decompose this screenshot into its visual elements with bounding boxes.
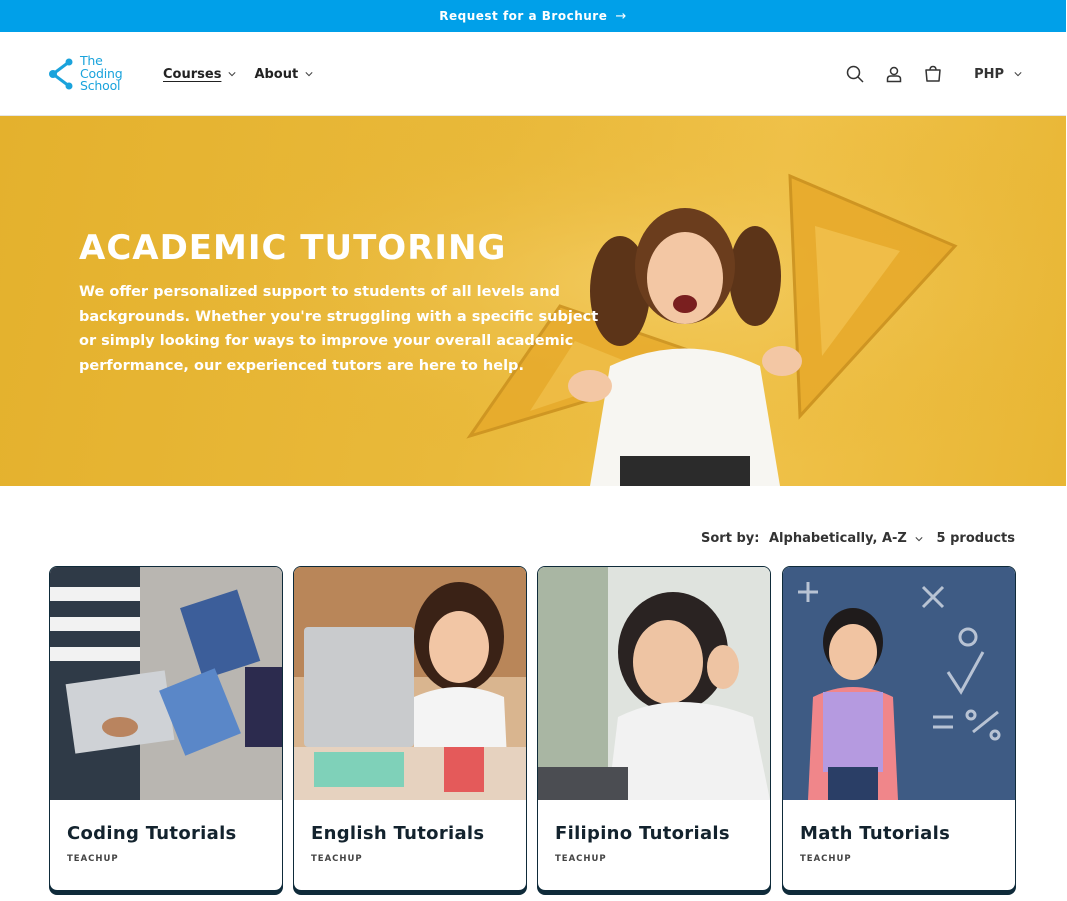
search-button[interactable] [835,54,874,94]
nav-about-label[interactable]: About [254,67,298,82]
chevron-down-icon [228,72,237,77]
cart-icon [924,65,941,82]
search-icon [846,65,864,83]
product-card[interactable]: Filipino Tutorials TEACHUP [537,566,771,891]
product-image[interactable] [294,567,526,800]
currency-label[interactable]: PHP [974,67,1004,82]
sort-value[interactable]: Alphabetically, A-Z [769,531,907,546]
announcement-bar[interactable]: Request for a Brochure → [0,0,1066,32]
currency-selector[interactable]: PHP [974,67,1022,82]
sort-label: Sort by: [701,531,760,546]
product-card[interactable]: English Tutorials TEACHUP [293,566,527,891]
announcement-text[interactable]: Request for a Brochure [439,9,607,23]
product-grid: Coding Tutorials TEACHUP English Tutoria… [49,566,1017,901]
main-nav: Courses About [163,32,331,116]
nav-courses-label[interactable]: Courses [163,67,221,82]
product-title[interactable]: Filipino Tutorials [555,823,730,844]
sort-dropdown[interactable]: Alphabetically, A-Z [769,531,923,546]
hero-banner: ACADEMIC TUTORING We offer personalized … [0,116,1066,486]
product-card[interactable]: Math Tutorials TEACHUP [782,566,1016,891]
product-count: 5 products [936,531,1015,546]
product-title[interactable]: English Tutorials [311,823,484,844]
product-image[interactable] [538,567,770,800]
product-image[interactable] [50,567,282,800]
account-button[interactable] [874,54,913,94]
chevron-down-icon [305,72,313,77]
site-logo[interactable]: The Coding School [48,54,138,94]
hero-title: ACADEMIC TUTORING [79,228,507,268]
chevron-down-icon [915,536,923,541]
arrow-right-icon: → [615,8,627,24]
logo-wordmark: The Coding School [80,53,123,94]
chevron-down-icon [1014,72,1022,77]
nav-item-courses[interactable]: Courses [163,67,237,82]
product-vendor: TEACHUP [555,854,607,864]
nav-item-about[interactable]: About [254,67,313,82]
product-vendor: TEACHUP [67,854,119,864]
product-vendor: TEACHUP [800,854,852,864]
share-icon [49,58,73,90]
collection-toolbar: Sort by: Alphabetically, A-Z 5 products [0,526,1066,552]
account-icon [886,66,901,83]
header-icons: PHP [835,32,1022,116]
product-card[interactable]: Coding Tutorials TEACHUP [49,566,283,891]
product-title[interactable]: Math Tutorials [800,823,950,844]
product-image[interactable] [783,567,1015,800]
product-title[interactable]: Coding Tutorials [67,823,237,844]
site-header: The Coding School Courses About PHP [0,32,1066,116]
hero-description: We offer personalized support to student… [79,284,599,374]
product-vendor: TEACHUP [311,854,363,864]
cart-button[interactable] [913,54,952,94]
